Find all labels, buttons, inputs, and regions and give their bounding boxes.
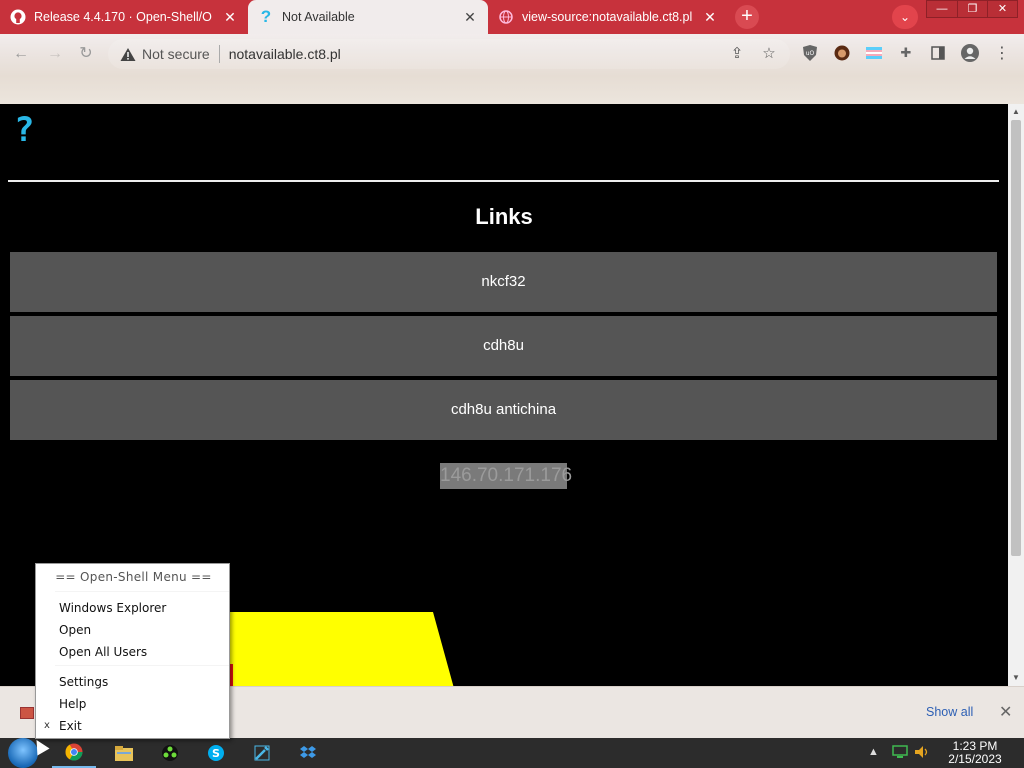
close-tab-icon[interactable]: ✕: [702, 9, 718, 25]
taskbar-folder-icon[interactable]: [102, 738, 146, 768]
extension-avatar-icon[interactable]: [832, 43, 852, 63]
scrollbar-thumb[interactable]: [1011, 120, 1021, 556]
link-nkcf32[interactable]: nkcf32: [10, 252, 997, 312]
yellow-shape: [225, 612, 455, 686]
flag-extension-icon[interactable]: [864, 43, 884, 63]
link-cdh8u[interactable]: cdh8u: [10, 316, 997, 376]
svg-text:uO: uO: [806, 50, 815, 57]
menu-item-exit[interactable]: Exit: [59, 719, 82, 733]
tab-open-shell-release[interactable]: Release 4.4.170 · Open-Shell/O ✕: [0, 0, 248, 34]
windows-taskbar: S ▲ 1:23 PM 2/15/2023: [0, 738, 1024, 768]
extensions-puzzle-icon[interactable]: ✚: [896, 43, 916, 63]
show-all-downloads-link[interactable]: Show all: [926, 705, 973, 719]
github-icon: [10, 9, 26, 25]
tab-view-source[interactable]: view-source:notavailable.ct8.pl ✕: [488, 0, 728, 34]
menu-item-help[interactable]: Help: [59, 697, 86, 711]
security-status[interactable]: Not secure: [142, 46, 210, 62]
bookmark-star-icon[interactable]: ☆: [760, 45, 778, 63]
share-icon[interactable]: ⇪: [728, 45, 746, 63]
tab-label: Release 4.4.170 · Open-Shell/O: [34, 10, 212, 24]
scroll-down-arrow[interactable]: ▼: [1008, 670, 1024, 686]
tab-label: view-source:notavailable.ct8.pl: [522, 10, 693, 24]
taskbar-skype-icon[interactable]: S: [194, 738, 238, 768]
menu-item-open[interactable]: Open: [59, 623, 91, 637]
menu-separator: [55, 665, 229, 666]
url-text[interactable]: notavailable.ct8.pl: [229, 46, 341, 62]
close-window-button[interactable]: ✕: [987, 1, 1017, 17]
address-bar[interactable]: Not secure notavailable.ct8.pl ⇪ ☆: [108, 39, 790, 69]
page-scrollbar[interactable]: ▲ ▼: [1008, 104, 1024, 686]
minimize-button[interactable]: —: [927, 1, 957, 17]
taskbar-tool-icon[interactable]: [240, 738, 284, 768]
header-divider: [8, 180, 999, 182]
reload-icon[interactable]: ↻: [75, 43, 97, 65]
volume-icon[interactable]: [914, 745, 930, 762]
tab-search-button[interactable]: ⌄: [892, 5, 918, 29]
taskbar-app-icon[interactable]: [148, 738, 192, 768]
close-download-bar-icon[interactable]: ✕: [999, 702, 1012, 722]
ublock-icon[interactable]: uO: [800, 43, 820, 63]
browser-menu-icon[interactable]: ⋮: [992, 43, 1012, 63]
tab-label: Not Available: [282, 10, 355, 24]
side-panel-icon[interactable]: [928, 43, 948, 63]
exit-mark-icon: x: [44, 720, 50, 731]
svg-text:S: S: [212, 747, 220, 760]
menu-item-windows-explorer[interactable]: Windows Explorer: [59, 601, 166, 615]
tray-overflow-icon[interactable]: ▲: [868, 746, 879, 758]
close-tab-icon[interactable]: ✕: [462, 9, 478, 25]
tab-strip: Release 4.4.170 · Open-Shell/O ✕ ? Not A…: [0, 0, 1024, 34]
ip-address[interactable]: 146.70.171.176: [440, 463, 572, 489]
scroll-up-arrow[interactable]: ▲: [1008, 104, 1024, 120]
new-tab-button[interactable]: +: [735, 5, 759, 29]
browser-toolbar: ← → ↻ Not secure notavailable.ct8.pl ⇪ ☆…: [0, 34, 1024, 104]
back-icon[interactable]: ←: [10, 43, 32, 65]
link-cdh8u-antichina[interactable]: cdh8u antichina: [10, 380, 997, 440]
network-icon[interactable]: [892, 745, 908, 762]
window-controls: — ❐ ✕: [926, 0, 1018, 18]
taskbar-chrome-icon[interactable]: [52, 738, 96, 768]
warning-icon[interactable]: [120, 46, 136, 62]
restore-button[interactable]: ❐: [957, 1, 987, 17]
site-logo[interactable]: ?: [14, 110, 34, 150]
close-tab-icon[interactable]: ✕: [222, 9, 238, 25]
menu-item-settings[interactable]: Settings: [59, 675, 108, 689]
taskbar-dropbox-icon[interactable]: [286, 738, 330, 768]
tab-not-available[interactable]: ? Not Available ✕: [248, 0, 488, 34]
omnibox-divider: [218, 45, 220, 63]
context-menu-title: == Open-Shell Menu ==: [55, 570, 212, 584]
links-heading: Links: [475, 204, 533, 229]
download-file-icon[interactable]: [20, 707, 34, 719]
profile-icon[interactable]: [960, 43, 980, 63]
menu-separator: [55, 591, 229, 592]
globe-icon: [498, 9, 514, 25]
question-icon: ?: [260, 7, 272, 26]
clock-date: 2/15/2023: [948, 752, 1002, 766]
open-shell-context-menu: == Open-Shell Menu == Windows Explorer O…: [35, 563, 230, 739]
taskbar-clock[interactable]: 1:23 PM 2/15/2023: [930, 740, 1020, 766]
menu-item-open-all-users[interactable]: Open All Users: [59, 645, 147, 659]
forward-icon[interactable]: →: [44, 43, 66, 65]
